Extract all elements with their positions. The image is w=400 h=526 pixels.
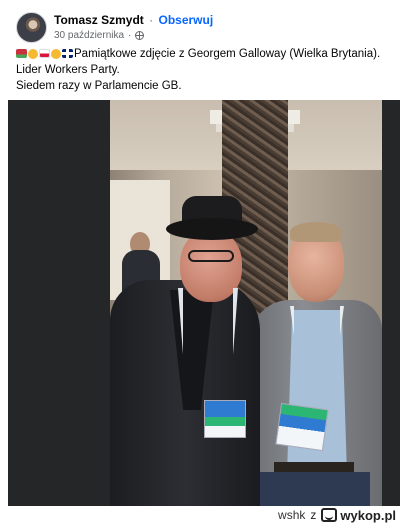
watermark-author: wshk — [278, 508, 306, 522]
facebook-post: Tomasz Szmydt · Obserwuj 30 października… — [0, 0, 400, 506]
follow-button[interactable]: Obserwuj — [158, 13, 213, 27]
author-name[interactable]: Tomasz Szmydt — [54, 13, 144, 27]
meta-separator: · — [128, 30, 132, 41]
post-photo-frame[interactable] — [8, 100, 400, 506]
watermark-connector: z — [310, 508, 317, 522]
flag-united-kingdom-icon — [62, 49, 73, 58]
post-line-3: Siedem razy w Parlamencie GB. — [16, 80, 182, 92]
separator-dot: · — [149, 13, 154, 27]
flag-belarus-icon — [16, 49, 27, 58]
photo-man-left-glasses — [188, 250, 234, 262]
flag-poland-icon — [39, 49, 50, 58]
emoji-flags — [16, 49, 73, 59]
photo-man-left-badge — [204, 400, 246, 438]
hand-emoji-icon — [28, 49, 38, 59]
author-line: Tomasz Szmydt · Obserwuj — [54, 13, 213, 27]
photo-man-right-hair — [290, 222, 342, 242]
photo-man-left-hat-brim — [166, 218, 258, 240]
post-date[interactable]: 30 października — [54, 30, 124, 41]
wykop-logo-icon — [321, 508, 338, 522]
globe-icon — [135, 31, 145, 40]
post-text: Pamiątkowe zdjęcie z Georgem Galloway (W… — [16, 46, 386, 94]
photo-man-right-jeans — [260, 472, 370, 506]
wykop-logo: wykop.pl — [321, 508, 396, 523]
photo-man-right-badge — [275, 402, 329, 452]
wykop-site-name: wykop.pl — [340, 507, 396, 523]
post-photo[interactable] — [110, 100, 382, 506]
post-line-1: Pamiątkowe zdjęcie z Georgem Galloway (W… — [16, 46, 386, 62]
post-line-2: Lider Workers Party. — [16, 64, 120, 76]
post-header: Tomasz Szmydt · Obserwuj 30 października… — [16, 12, 386, 44]
author-avatar[interactable] — [16, 12, 47, 43]
post-meta: 30 października · — [54, 30, 145, 41]
photo-man-right-belt — [274, 462, 354, 472]
post-line-1-text: Pamiątkowe zdjęcie z Georgem Galloway (W… — [74, 48, 381, 60]
wykop-watermark: wshk z wykop.pl — [278, 505, 396, 525]
hand-emoji-icon — [51, 49, 61, 59]
